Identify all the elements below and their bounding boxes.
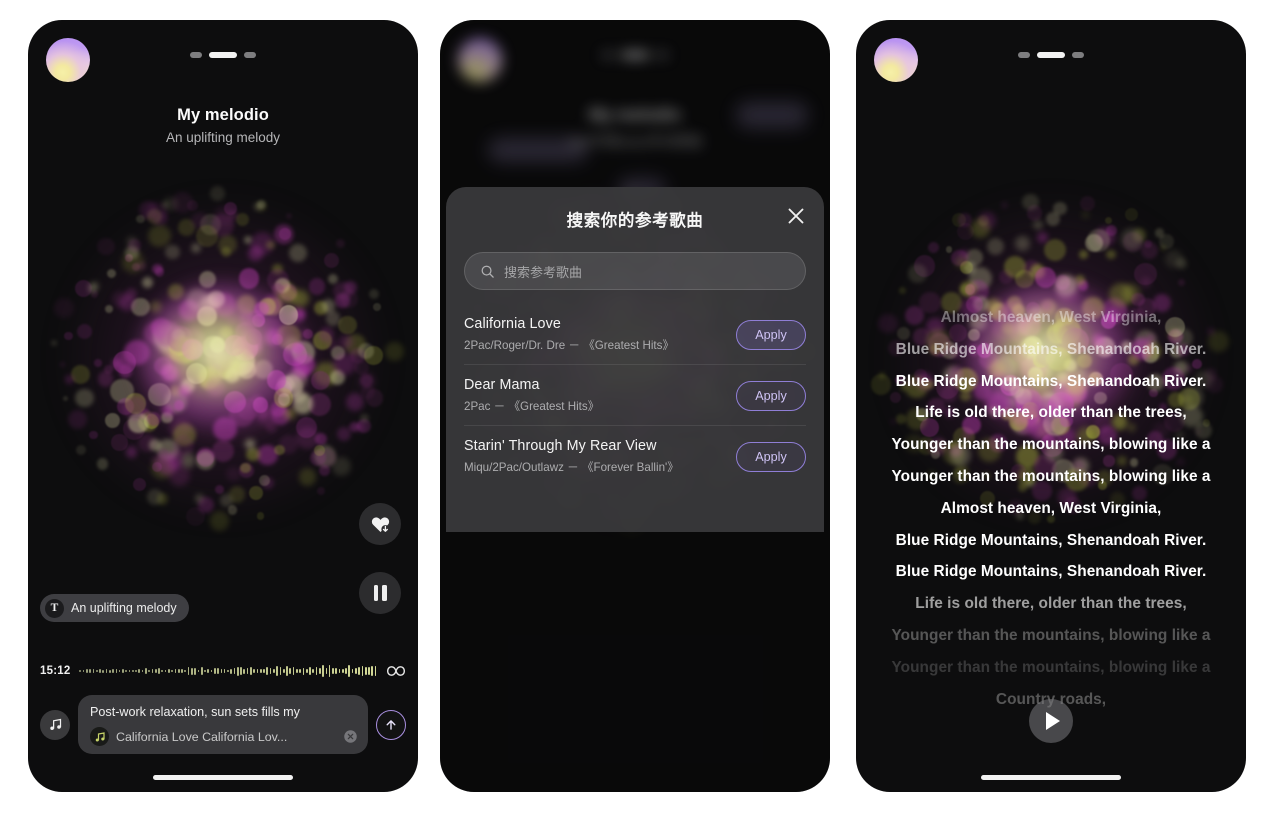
- prompt-chip[interactable]: T An uplifting melody: [40, 594, 189, 622]
- search-input[interactable]: 搜索参考歌曲: [464, 252, 806, 290]
- lyric-line: Blue Ridge Mountains, Shenandoah River.: [895, 531, 1207, 549]
- apply-button[interactable]: Apply: [736, 441, 806, 472]
- phone-panel-search: My melodio rap/中国/pop/多动感曲 搜索你的参考歌曲 搜索参考: [440, 20, 830, 792]
- song-title: Dear Mama: [464, 377, 540, 393]
- user-avatar[interactable]: [46, 38, 90, 82]
- music-note-button[interactable]: [40, 709, 70, 740]
- table-row[interactable]: Dear Mama 2Pac － 《Greatest Hits》 Apply: [464, 364, 806, 425]
- page-dot-active[interactable]: [1037, 52, 1065, 58]
- home-indicator: [981, 775, 1121, 780]
- music-note-icon: [49, 718, 61, 731]
- song-meta: 2Pac － 《Greatest Hits》: [464, 400, 600, 413]
- composer-prompt-text: Post-work relaxation, sun sets fills my: [90, 705, 300, 719]
- home-indicator: [153, 775, 293, 780]
- search-placeholder: 搜索参考歌曲: [504, 264, 583, 280]
- table-row[interactable]: Starin' Through My Rear View Miqu/2Pac/O…: [464, 425, 806, 486]
- lyric-line-active: Life is old there, older than the trees,: [915, 404, 1187, 422]
- page-title: My melodio: [177, 106, 269, 124]
- page-dot[interactable]: [1018, 52, 1030, 58]
- heart-download-button[interactable]: [359, 503, 401, 545]
- send-up-arrow-icon: [386, 719, 396, 730]
- phone-panel-lyrics: Almost heaven, West Virginia, Blue Ridge…: [856, 20, 1246, 792]
- close-circle-icon[interactable]: [343, 729, 358, 744]
- audio-particle-visualization: [28, 140, 418, 560]
- close-button[interactable]: [784, 204, 808, 228]
- page-dot[interactable]: [244, 52, 256, 58]
- page-dot-active[interactable]: [209, 52, 237, 58]
- apply-button[interactable]: Apply: [736, 380, 806, 411]
- page-subtitle: An uplifting melody: [165, 130, 281, 145]
- song-title: Starin' Through My Rear View: [464, 438, 657, 454]
- infinity-loop-icon[interactable]: [386, 664, 406, 678]
- phone-panel-generation: My melodio An uplifting melody T An upli…: [28, 20, 418, 792]
- song-title: California Love: [464, 316, 561, 332]
- lyric-line: Almost heaven, West Virginia,: [940, 309, 1162, 326]
- lyrics-list[interactable]: Almost heaven, West Virginia, Blue Ridge…: [856, 302, 1246, 715]
- song-meta: Miqu/2Pac/Outlawz － 《Forever Ballin'》: [464, 461, 679, 474]
- page-dot[interactable]: [190, 52, 202, 58]
- pause-button[interactable]: [359, 572, 401, 614]
- lyric-line: Younger than the mountains, blowing like…: [891, 658, 1211, 676]
- apply-button[interactable]: Apply: [736, 319, 806, 350]
- page-dot[interactable]: [1072, 52, 1084, 58]
- lyric-line: Blue Ridge Mountains, Shenandoah River.: [895, 372, 1207, 390]
- search-results-list: California Love 2Pac/Roger/Dr. Dre － 《Gr…: [464, 304, 806, 486]
- lyric-line: Almost heaven, West Virginia,: [940, 499, 1162, 517]
- search-modal: 搜索你的参考歌曲 搜索参考歌曲 California Love 2Pac/Rog: [446, 187, 824, 532]
- waveform-bars[interactable]: [79, 660, 377, 682]
- user-avatar[interactable]: [874, 38, 918, 82]
- search-icon: [481, 265, 494, 278]
- lyric-line: Blue Ridge Mountains, Shenandoah River.: [895, 563, 1207, 581]
- song-meta: 2Pac/Roger/Dr. Dre － 《Greatest Hits》: [464, 339, 675, 352]
- page-indicator: [28, 52, 418, 58]
- screenshot-stage: My melodio An uplifting melody T An upli…: [0, 0, 1274, 825]
- close-icon: [788, 208, 804, 224]
- text-prompt-icon: T: [45, 598, 64, 618]
- pause-icon: [373, 585, 387, 601]
- lyric-line: Younger than the mountains, blowing like…: [891, 436, 1211, 454]
- track-duration: 15:12: [40, 665, 71, 677]
- track-header: My melodio An uplifting melody: [28, 106, 418, 145]
- lyric-line: Younger than the mountains, blowing like…: [891, 626, 1211, 644]
- heart-download-icon: [371, 516, 389, 533]
- page-indicator: [856, 52, 1246, 58]
- send-button[interactable]: [376, 709, 406, 740]
- reference-song-chip: California Love California Lov...: [116, 729, 288, 744]
- modal-title: 搜索你的参考歌曲: [566, 212, 704, 230]
- prompt-chip-label: An uplifting melody: [71, 601, 177, 615]
- table-row[interactable]: California Love 2Pac/Roger/Dr. Dre － 《Gr…: [464, 304, 806, 364]
- waveform-row: 15:12: [40, 660, 406, 682]
- play-button[interactable]: [1029, 699, 1073, 743]
- prompt-composer[interactable]: Post-work relaxation, sun sets fills my …: [78, 695, 368, 755]
- lyric-line: Life is old there, older than the trees,: [915, 595, 1187, 613]
- lyric-line: Blue Ridge Mountains, Shenandoah River.: [895, 340, 1207, 358]
- play-icon: [1046, 712, 1060, 730]
- lyric-line: Younger than the mountains, blowing like…: [891, 467, 1211, 485]
- composer-row: Post-work relaxation, sun sets fills my …: [40, 695, 406, 755]
- song-badge-icon: [90, 727, 109, 747]
